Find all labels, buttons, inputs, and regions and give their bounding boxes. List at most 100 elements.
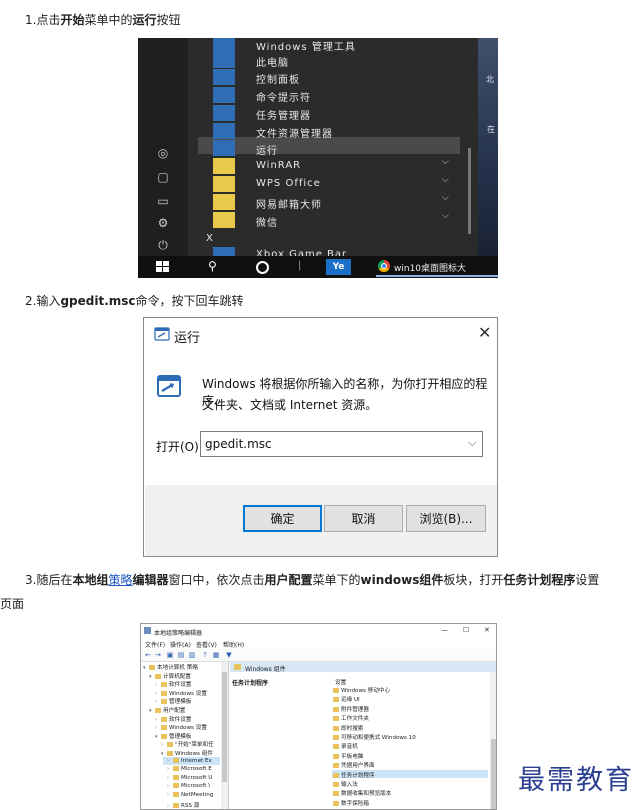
expand-chevron-icon[interactable]: › (167, 803, 172, 809)
start-menu-item[interactable]: Windows 管理工具 (256, 38, 356, 53)
policy-link[interactable]: 策略 (108, 573, 132, 587)
expand-chevron-icon[interactable]: › (155, 699, 160, 705)
taskbar-window-title[interactable]: win10桌面图标大 (394, 261, 466, 274)
document-icon[interactable]: ▢ (155, 170, 171, 184)
expand-chevron-icon[interactable]: › (155, 717, 160, 723)
settings-list-item[interactable]: Windows 移动中心 (333, 686, 390, 694)
menu-action[interactable]: 操作(A) (170, 640, 191, 649)
cancel-button[interactable]: 取消 (324, 505, 403, 532)
start-menu-item[interactable]: 控制面板 (256, 71, 300, 86)
tree-item[interactable]: ▾ 计算机配置 (149, 672, 191, 680)
help-icon[interactable]: ? (201, 651, 209, 659)
tree-item[interactable]: › 软件设置 (155, 680, 191, 688)
settings-list-item[interactable]: 凭据用户界面 (333, 761, 375, 769)
settings-column-header[interactable]: 设置 (335, 678, 346, 686)
browse-button[interactable]: 浏览(B)... (406, 505, 486, 532)
tree-item[interactable]: ▾ 管理模板 (155, 732, 191, 740)
start-menu-scrollbar[interactable] (468, 148, 471, 234)
taskbar-app-button[interactable]: Ye (326, 259, 351, 275)
expand-chevron-icon[interactable]: ▾ (161, 751, 166, 757)
start-menu-item[interactable]: 微信 (256, 214, 278, 229)
expand-chevron-icon[interactable]: ▾ (149, 674, 154, 680)
tree-scrollbar-thumb[interactable] (222, 672, 227, 782)
chevron-down-icon[interactable]: ⌵ (442, 193, 449, 203)
settings-list-item[interactable]: 任务计划程序 (333, 771, 375, 779)
expand-chevron-icon[interactable]: › (167, 758, 172, 764)
settings-list-item[interactable]: 数据收集和预览版本 (333, 789, 391, 797)
minimize-icon[interactable]: — (441, 626, 448, 634)
settings-list-item[interactable]: 输入法 (333, 780, 358, 788)
tree-item[interactable]: › Windows 设置 (155, 689, 207, 697)
expand-chevron-icon[interactable]: › (161, 742, 166, 748)
start-menu-item[interactable]: 此电脑 (256, 54, 289, 69)
start-menu-item[interactable]: X (206, 233, 214, 244)
tree-item[interactable]: › Microsoft \ (167, 783, 210, 789)
close-icon[interactable]: ✕ (478, 323, 491, 342)
ok-button[interactable]: 确定 (243, 505, 322, 532)
menu-help[interactable]: 帮助(H) (223, 640, 244, 649)
pictures-icon[interactable]: ▭ (155, 194, 171, 208)
expand-chevron-icon[interactable]: › (167, 775, 172, 781)
settings-list-item[interactable]: 录音机 (333, 742, 358, 750)
settings-gear-icon[interactable]: ⚙ (155, 216, 171, 230)
tree-item[interactable]: › 管理模板 (155, 697, 191, 705)
show-hide-tree-icon[interactable]: ▤ (177, 651, 185, 659)
tree-item[interactable]: ▾ Windows 组件 (161, 749, 213, 757)
search-icon[interactable]: ⚲ (208, 259, 217, 273)
maximize-icon[interactable]: ☐ (463, 626, 469, 634)
expand-chevron-icon[interactable]: ▾ (155, 734, 160, 740)
expand-chevron-icon[interactable]: › (155, 691, 160, 697)
expand-chevron-icon[interactable]: ▾ (149, 708, 154, 714)
settings-list-item[interactable]: 数字保险箱 (333, 799, 369, 807)
open-command-input[interactable] (200, 431, 483, 457)
windows-start-icon[interactable] (156, 261, 170, 273)
settings-list-item[interactable]: 工作文件夹 (333, 714, 369, 722)
start-menu-item[interactable]: 网易邮箱大师 (256, 196, 322, 211)
export-icon[interactable]: ▥ (188, 651, 196, 659)
settings-list-item[interactable]: 即时搜索 (333, 724, 363, 732)
tree-item[interactable]: › Microsoft E (167, 766, 212, 772)
back-arrow-icon[interactable]: ← (144, 651, 152, 659)
menu-file[interactable]: 文件(F) (145, 640, 165, 649)
task-view-icon[interactable] (256, 261, 269, 274)
expand-chevron-icon[interactable]: › (167, 792, 172, 798)
list-scrollbar-thumb[interactable] (491, 739, 496, 809)
start-menu-item[interactable]: 任务管理器 (256, 107, 311, 122)
user-icon[interactable]: ◎ (155, 146, 171, 160)
settings-list-item[interactable]: 附件管理器 (333, 705, 369, 713)
expand-chevron-icon[interactable]: › (155, 725, 160, 731)
chevron-down-icon[interactable]: ⌵ (468, 436, 476, 450)
properties-icon[interactable]: ▦ (212, 651, 220, 659)
expand-chevron-icon[interactable]: › (167, 783, 172, 789)
settings-list-item[interactable]: 远缘 UI (333, 695, 360, 703)
tree-item[interactable]: › Internet Ex (167, 757, 212, 764)
chevron-down-icon[interactable]: ⌵ (442, 175, 449, 185)
tree-item[interactable]: › NetMeeting (167, 792, 213, 798)
menu-view[interactable]: 查看(V) (196, 640, 217, 649)
expand-chevron-icon[interactable]: › (167, 766, 172, 772)
up-folder-icon[interactable]: ▣ (166, 651, 174, 659)
tree-item[interactable]: › "开始"菜单和任 (161, 740, 214, 748)
expand-chevron-icon[interactable]: ▾ (143, 665, 148, 671)
tree-item[interactable]: ▾ 本地计算机 策略 (143, 663, 198, 671)
tree-item[interactable]: › 软件设置 (155, 715, 191, 723)
start-menu-item[interactable]: 命令提示符 (256, 89, 311, 104)
expand-chevron-icon[interactable]: › (155, 682, 160, 688)
start-menu-item[interactable]: 运行 (256, 142, 278, 157)
filter-icon[interactable]: ▼ (225, 651, 233, 659)
start-menu-item[interactable]: WinRAR (256, 160, 301, 171)
settings-list-item[interactable]: 平板电脑 (333, 752, 363, 760)
tree-item[interactable]: › RSS 源 (167, 801, 199, 809)
power-icon[interactable]: ⏻ (155, 238, 171, 252)
tree-item[interactable]: › Microsoft U (167, 774, 212, 781)
chrome-icon[interactable] (378, 260, 390, 272)
chevron-down-icon[interactable]: ⌵ (442, 157, 449, 167)
close-icon[interactable]: ✕ (484, 626, 490, 634)
tree-item[interactable]: ▾ 用户配置 (149, 706, 185, 714)
chevron-down-icon[interactable]: ⌵ (442, 211, 449, 221)
tree-item[interactable]: › Windows 设置 (155, 723, 207, 731)
start-menu-item[interactable]: 文件资源管理器 (256, 125, 333, 140)
start-menu-item[interactable]: WPS Office (256, 178, 321, 189)
forward-arrow-icon[interactable]: → (154, 651, 162, 659)
settings-list-item[interactable]: 可移动和便携式 Windows 10 (333, 733, 416, 741)
